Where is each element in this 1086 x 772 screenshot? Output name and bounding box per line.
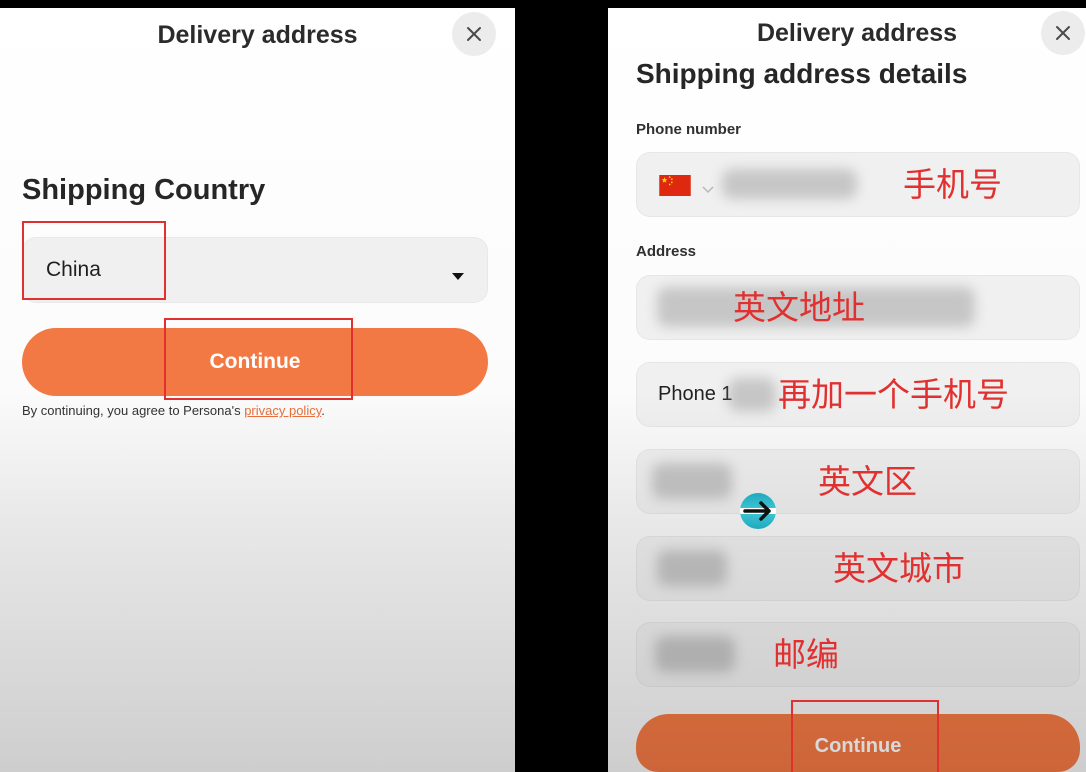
header-title: Delivery address	[157, 21, 358, 49]
annotation-text: 再加一个手机号	[778, 375, 1009, 414]
continue-button[interactable]: Continue	[22, 328, 488, 396]
header: Delivery address	[608, 8, 1086, 58]
phone-number-field[interactable]: 手机号	[636, 152, 1080, 217]
close-icon	[466, 26, 482, 42]
address-label: Address	[636, 243, 697, 260]
close-button[interactable]	[452, 12, 496, 56]
header: Delivery address	[0, 8, 515, 62]
annotation-text: 英文区	[818, 462, 917, 501]
close-icon	[1055, 25, 1071, 41]
consent-suffix: .	[321, 403, 325, 418]
district-field[interactable]: 英文区	[636, 449, 1080, 514]
city-field[interactable]: 英文城市	[636, 536, 1080, 601]
annotation-text: 邮编	[773, 635, 839, 674]
close-button[interactable]	[1041, 11, 1085, 55]
section-heading: Shipping address details	[636, 58, 968, 89]
annotation-text: 手机号	[903, 165, 1002, 204]
annotation-text: 英文地址	[733, 288, 865, 327]
consent-prefix: By continuing, you agree to Persona's	[22, 403, 245, 418]
blurred-value	[722, 169, 857, 199]
header-title: Delivery address	[756, 19, 958, 47]
address-line-2-field[interactable]: Phone 1 再加一个手机号	[636, 362, 1080, 427]
blurred-value	[728, 378, 776, 411]
consent-text: By continuing, you agree to Persona's pr…	[22, 403, 325, 418]
blurred-value	[657, 550, 727, 586]
phone-number-label: Phone number	[636, 121, 742, 138]
caret-down-icon	[452, 267, 464, 280]
country-code-selector[interactable]	[658, 152, 718, 217]
china-flag-icon	[658, 175, 692, 196]
address-details-screen: Delivery address Shipping address detail…	[608, 8, 1086, 772]
privacy-policy-link[interactable]: privacy policy	[244, 403, 321, 418]
section-heading: Shipping Country	[22, 174, 266, 206]
country-select-value: China	[46, 258, 101, 281]
field-value: Phone 1	[658, 383, 733, 405]
shipping-country-screen: Delivery address Shipping Country China …	[0, 8, 515, 772]
address-line-field[interactable]: 英文地址	[636, 275, 1080, 340]
continue-button-label: Continue	[814, 735, 902, 757]
blurred-value	[652, 463, 732, 499]
postal-code-field[interactable]: 邮编	[636, 622, 1080, 687]
annotation-text: 英文城市	[833, 549, 965, 588]
chevron-down-icon	[702, 181, 714, 194]
country-select[interactable]: China	[22, 237, 488, 303]
blurred-value	[655, 636, 735, 672]
continue-button-label: Continue	[209, 350, 301, 373]
continue-button[interactable]: Continue	[636, 714, 1080, 772]
